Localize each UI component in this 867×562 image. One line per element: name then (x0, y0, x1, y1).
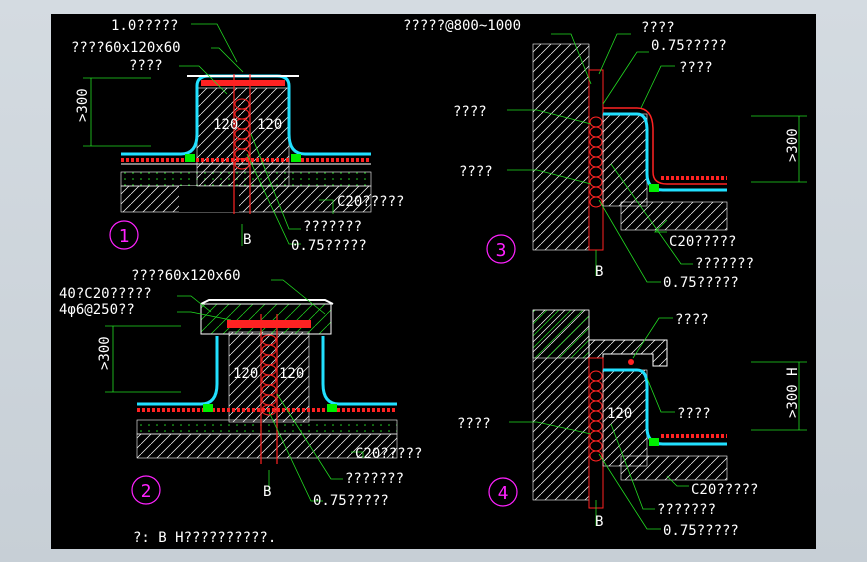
roof-slab (620, 455, 728, 481)
d1-section-label: B (243, 232, 251, 248)
curb (602, 113, 648, 207)
detail-1: 1.0????? ????60x120x60 ???? >300 120 120… (71, 18, 404, 254)
d4-flashing-label: 0.75????? (663, 523, 739, 539)
d1-cap-size-label: ????60x120x60 (71, 40, 181, 56)
d4-height-label: >300 H (785, 367, 801, 418)
d4-section-label: B (595, 514, 603, 530)
d3-number: 3 (496, 240, 507, 261)
detail-2: ????60x120x60 40?C20????? 4φ6@250?? >300… (59, 268, 422, 509)
d1-dim-right: 120 (257, 117, 282, 133)
detail-3: ?????@800~1000 ???? 0.75????? ???? ???? … (403, 18, 807, 291)
d2-sealant-label: ??????? (345, 471, 404, 487)
fillet (649, 184, 659, 192)
d1-concrete-label: C20????? (337, 194, 404, 210)
d4-left-label: ???? (457, 416, 491, 432)
fillet-left (203, 404, 213, 412)
d3-sealant-label: ??????? (695, 256, 754, 272)
cap-top-plate (200, 299, 334, 305)
d2-concrete-base-label: C20????? (355, 446, 422, 462)
d1-flashing-label: 0.75????? (291, 238, 367, 254)
wall-top-block (532, 309, 590, 359)
d1-top-label: ???? (129, 58, 163, 74)
d2-height-label: >300 (97, 336, 113, 370)
curb (196, 87, 290, 187)
d3-flashing-label: 0.75????? (663, 275, 739, 291)
d2-dim-right: 120 (279, 366, 304, 382)
cad-drawing-canvas: 1.0????? ????60x120x60 ???? >300 120 120… (51, 14, 816, 549)
d4-sealant-label: ??????? (657, 502, 716, 518)
d4-dim: 120 (607, 406, 632, 422)
wall (532, 43, 590, 251)
sealant-dot (628, 359, 634, 365)
d1-number: 1 (119, 226, 130, 247)
d3-top-label: ???? (641, 20, 675, 36)
d2-dim-left: 120 (233, 366, 258, 382)
fillet-left (185, 154, 195, 162)
cad-drawing: 1.0????? ????60x120x60 ???? >300 120 120… (59, 18, 807, 546)
d3-height-label: >300 (785, 128, 801, 162)
detail-4: ???? ???? ???? 120 >300 H C20????? ?????… (457, 309, 807, 539)
roof-slab (120, 185, 372, 213)
concrete-cap (200, 303, 332, 335)
d3-flashing-top-label: 0.75????? (651, 38, 727, 54)
d2-rebar-label: 4φ6@250?? (59, 302, 135, 318)
d3-anchor-label: ?????@800~1000 (403, 18, 521, 34)
d3-concrete-label: C20????? (669, 234, 736, 250)
d2-concrete-label: 40?C20????? (59, 286, 152, 302)
d3-left-lower-label: ???? (459, 164, 493, 180)
d4-right-label: ???? (677, 406, 711, 422)
d1-height-label: >300 (75, 88, 91, 122)
d1-membrane-label: 1.0????? (111, 18, 178, 34)
d3-left-upper-label: ???? (453, 104, 487, 120)
d2-flashing-label: 0.75????? (313, 493, 389, 509)
d3-section-label: B (595, 264, 603, 280)
d1-dim-left: 120 (213, 117, 238, 133)
wall-gap (588, 69, 604, 251)
d4-top-label: ???? (675, 312, 709, 328)
d2-cap-size-label: ????60x120x60 (131, 268, 241, 284)
cap-strip (227, 320, 311, 328)
d4-number: 4 (498, 483, 509, 504)
d2-number: 2 (141, 481, 152, 502)
fillet (649, 438, 659, 446)
roof-slab (620, 201, 728, 231)
drawing-note: ?: B H??????????. (133, 530, 276, 546)
d3-right-top-label: ???? (679, 60, 713, 76)
fillet-right (327, 404, 337, 412)
fillet-right (291, 154, 301, 162)
slab-opening (179, 186, 239, 212)
d1-sealant-label: ??????? (303, 219, 362, 235)
d2-section-label: B (263, 484, 271, 500)
d4-concrete-label: C20????? (691, 482, 758, 498)
